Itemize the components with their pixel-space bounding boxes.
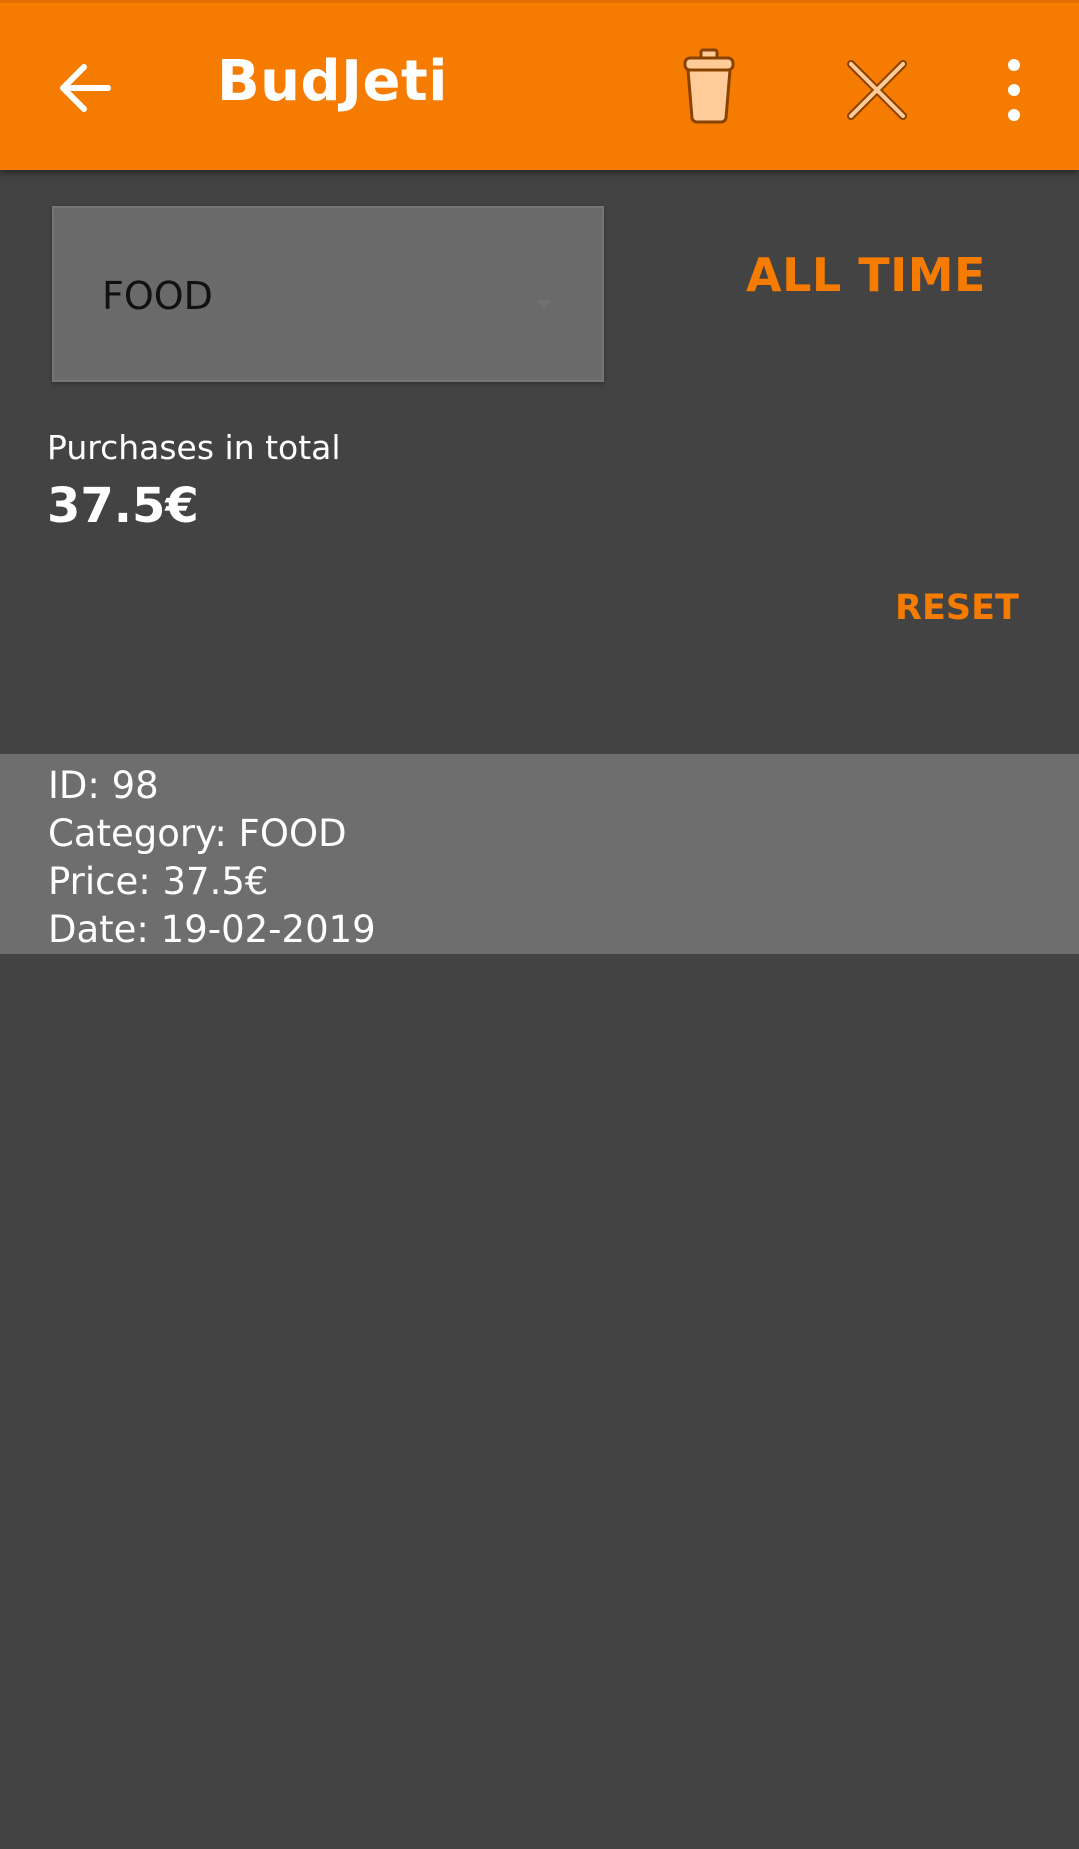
purchase-date: Date: 19-02-2019 (48, 908, 376, 951)
app-toolbar: BudJeti (0, 0, 1079, 170)
total-value: 37.5€ (47, 478, 199, 534)
purchase-id: ID: 98 (48, 764, 159, 807)
more-vertical-icon (1008, 59, 1020, 71)
arrow-left-icon (60, 64, 111, 112)
close-button[interactable] (840, 53, 914, 127)
back-button[interactable] (48, 53, 122, 123)
chevron-down-icon (536, 300, 552, 308)
trash-can-icon (683, 48, 735, 124)
reset-button[interactable]: RESET (895, 588, 1019, 628)
category-dropdown-value: FOOD (102, 274, 213, 318)
app-title: BudJeti (217, 49, 448, 114)
more-options-button[interactable] (994, 59, 1034, 121)
purchase-category: Category: FOOD (48, 812, 347, 855)
category-dropdown[interactable]: FOOD (52, 206, 604, 382)
period-filter-button[interactable]: ALL TIME (746, 248, 986, 302)
close-x-icon (847, 60, 907, 120)
total-label: Purchases in total (47, 428, 341, 467)
purchase-price: Price: 37.5€ (48, 860, 269, 903)
delete-button[interactable] (672, 45, 746, 127)
purchase-list-item[interactable]: ID: 98 Category: FOOD Price: 37.5€ Date:… (0, 754, 1079, 954)
